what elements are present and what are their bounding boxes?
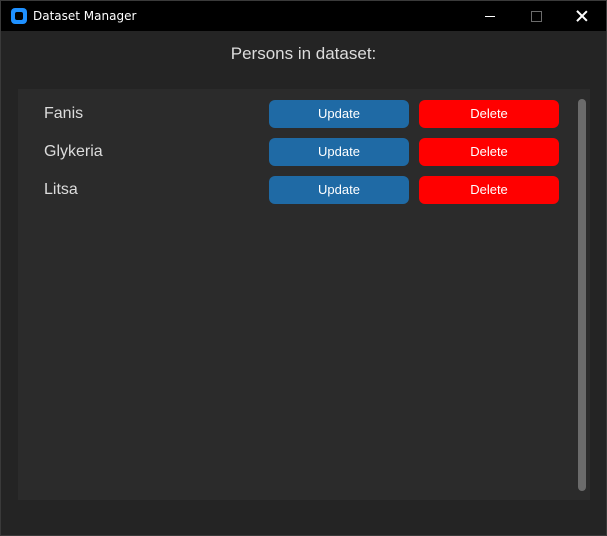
person-name: Fanis	[44, 105, 84, 122]
minimize-button[interactable]	[467, 1, 513, 31]
list-item: Litsa Update Delete	[18, 176, 590, 204]
person-name: Litsa	[44, 181, 78, 198]
delete-button[interactable]: Delete	[419, 176, 559, 204]
maximize-button[interactable]	[513, 1, 559, 31]
persons-list: Fanis Update Delete Glykeria Update Dele…	[18, 89, 590, 500]
close-button[interactable]	[559, 1, 605, 31]
list-item: Fanis Update Delete	[18, 100, 590, 128]
page-title: Persons in dataset:	[230, 44, 377, 63]
vertical-scrollbar[interactable]	[578, 99, 586, 491]
delete-button[interactable]: Delete	[419, 100, 559, 128]
minimize-icon	[485, 15, 495, 17]
app-icon	[11, 8, 27, 24]
update-button[interactable]: Update	[269, 138, 409, 166]
title-bar[interactable]: Dataset Manager	[1, 1, 606, 31]
update-button[interactable]: Update	[269, 100, 409, 128]
update-button[interactable]: Update	[269, 176, 409, 204]
person-name: Glykeria	[44, 143, 103, 160]
close-icon	[576, 10, 588, 22]
delete-button[interactable]: Delete	[419, 138, 559, 166]
app-window: Dataset Manager Persons in dataset: Fani…	[0, 0, 607, 536]
window-title: Dataset Manager	[33, 9, 137, 23]
list-item: Glykeria Update Delete	[18, 138, 590, 166]
maximize-icon	[530, 10, 542, 22]
